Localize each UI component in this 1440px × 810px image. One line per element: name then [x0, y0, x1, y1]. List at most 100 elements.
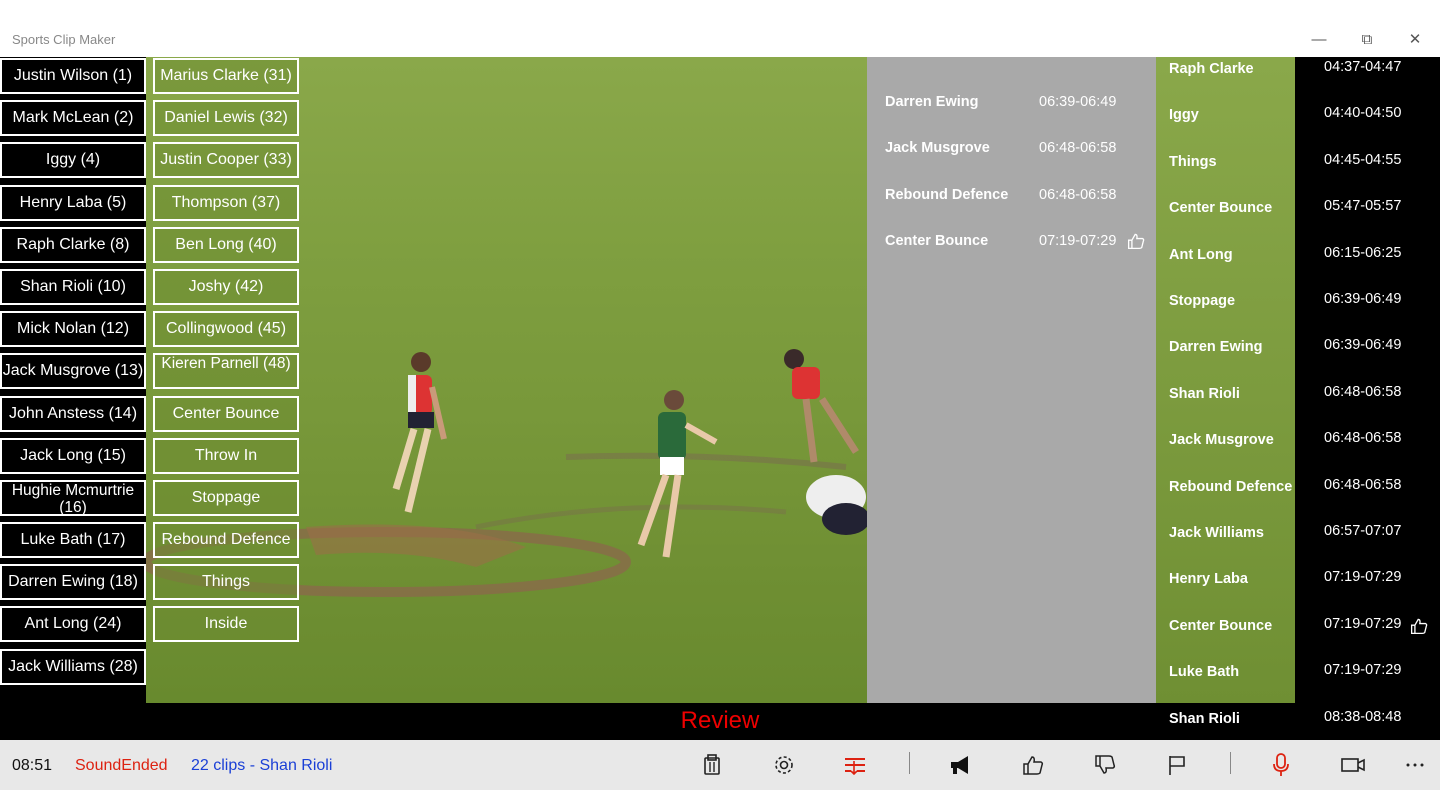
player-button[interactable]: Rebound Defence — [153, 522, 299, 559]
clip-time: 06:39-06:49 — [1324, 337, 1402, 354]
clip-row[interactable]: Center Bounce 05:47-05:57 — [1156, 198, 1440, 230]
player-button[interactable]: Jack Williams (28) — [0, 648, 146, 685]
minimize-button[interactable]: — — [1307, 30, 1331, 50]
player-button[interactable]: Collingwood (45) — [153, 311, 299, 348]
player-button[interactable]: Darren Ewing (18) — [0, 564, 146, 601]
clip-time: 04:37-04:47 — [1324, 59, 1402, 75]
clip-row[interactable]: Ant Long 06:15-06:25 — [1156, 244, 1440, 277]
clip-name: Darren Ewing — [1169, 339, 1263, 356]
gear-icon[interactable] — [769, 751, 799, 779]
player-button[interactable]: Jack Long (15) — [0, 437, 146, 474]
clip-name: Henry Laba — [1169, 571, 1248, 588]
clip-time: 05:47-05:57 — [1324, 198, 1402, 215]
thumbs-down-icon[interactable] — [1090, 751, 1120, 779]
player-button[interactable]: Ben Long (40) — [153, 226, 299, 263]
queued-clip-row[interactable]: Jack Musgrove 06:48-06:58 — [885, 140, 1145, 164]
review-label[interactable]: Review — [660, 707, 780, 735]
clip-name: Shan Rioli — [1169, 385, 1240, 402]
player-button[interactable]: Ant Long (24) — [0, 606, 146, 643]
clip-time: 06:15-06:25 — [1324, 244, 1402, 261]
maximize-button[interactable]: ⧉ — [1355, 30, 1379, 50]
video-camera-icon[interactable] — [1338, 751, 1368, 779]
player-figure — [784, 349, 859, 463]
player-figure — [392, 352, 447, 513]
clip-name: Center Bounce — [1169, 617, 1273, 634]
queued-clip-time: 06:39-06:49 — [1039, 94, 1117, 110]
player-figure — [637, 390, 718, 558]
clip-time: 04:45-04:55 — [1324, 151, 1402, 168]
more-icon[interactable] — [1400, 751, 1430, 779]
clip-time: 07:19-07:29 — [1324, 615, 1402, 632]
clip-name: Shan Rioli — [1169, 710, 1240, 727]
clip-row[interactable]: Jack Musgrove 06:48-06:58 — [1156, 430, 1440, 462]
queued-clip-row[interactable]: Center Bounce 07:19-07:29 — [885, 233, 1145, 257]
player-column-1: Justin Wilson (1) Mark McLean (2) Iggy (4)… — [0, 58, 146, 691]
clip-row[interactable]: Iggy 04:40-04:50 — [1156, 105, 1440, 137]
queued-clip-name: Jack Musgrove — [885, 140, 990, 157]
player-button[interactable]: Justin Cooper (33) — [153, 142, 299, 179]
player-button[interactable]: Raph Clarke (8) — [0, 226, 146, 263]
clip-row[interactable]: Darren Ewing 06:39-06:49 — [1156, 337, 1440, 369]
close-button[interactable]: ✕ — [1403, 30, 1427, 50]
player-button[interactable]: Luke Bath (17) — [0, 522, 146, 559]
microphone-icon[interactable] — [1266, 751, 1296, 779]
queued-clip-name: Darren Ewing — [885, 94, 979, 110]
toolbar-separator — [1230, 752, 1231, 774]
status-bar: 08:51 SoundEnded 22 clips - Shan Rioli — [0, 740, 1440, 790]
player-button[interactable]: Iggy (4) — [0, 142, 146, 179]
clip-name: Luke Bath — [1169, 664, 1240, 681]
megaphone-icon[interactable] — [946, 751, 976, 779]
clip-name: Stoppage — [1169, 293, 1236, 309]
clip-time: 08:38-08:48 — [1324, 708, 1402, 725]
queued-clip-time: 07:19-07:29 — [1039, 233, 1117, 250]
player-column-2: Marius Clarke (31) Daniel Lewis (32) Justi… — [153, 58, 299, 649]
player-button[interactable]: Daniel Lewis (32) — [153, 100, 299, 137]
queued-clip-time: 06:48-06:58 — [1039, 140, 1117, 157]
clip-row[interactable]: Luke Bath 07:19-07:29 — [1156, 662, 1440, 694]
thumbs-up-icon[interactable] — [1127, 232, 1145, 250]
clip-row[interactable]: Stoppage 06:39-06:49 — [1156, 291, 1440, 323]
player-button[interactable]: Thompson (37) — [153, 184, 299, 221]
player-button[interactable]: Inside — [153, 606, 299, 643]
flag-icon[interactable] — [1162, 751, 1192, 779]
queued-clip-time: 06:48-06:58 — [1039, 186, 1117, 203]
player-figure — [806, 475, 867, 535]
player-button[interactable]: Shan Rioli (10) — [0, 268, 146, 305]
clip-name: Center Bounce — [1169, 200, 1273, 217]
clip-row[interactable]: Things 04:45-04:55 — [1156, 151, 1440, 184]
player-button[interactable]: Hughie Mcmurtrie (16) — [0, 479, 146, 516]
queued-clip-row[interactable]: Darren Ewing 06:39-06:49 — [885, 94, 1145, 118]
split-icon[interactable] — [840, 751, 870, 779]
player-button[interactable]: Jack Musgrove (13) — [0, 353, 146, 390]
clip-time: 04:40-04:50 — [1324, 105, 1402, 122]
player-button[interactable]: Throw In — [153, 437, 299, 474]
clipboard-icon[interactable] — [697, 751, 727, 779]
player-button[interactable]: Things — [153, 564, 299, 601]
player-button[interactable]: Henry Laba (5) — [0, 184, 146, 221]
clip-time: 07:19-07:29 — [1324, 569, 1402, 586]
clip-row[interactable]: Rebound Defence 06:48-06:58 — [1156, 477, 1440, 509]
window-bottom-margin — [0, 790, 1440, 810]
clip-list: Raph Clarke 04:37-04:47 Iggy 04:40-04:50 Thi… — [1156, 57, 1440, 740]
player-button[interactable]: Justin Wilson (1) — [0, 58, 146, 94]
thumbs-up-icon[interactable] — [1018, 751, 1048, 779]
clip-row[interactable]: Jack Williams 06:57-07:07 — [1156, 523, 1440, 555]
clip-summary-text: 22 clips - Shan Rioli — [191, 757, 333, 774]
thumbs-up-icon[interactable] — [1410, 617, 1428, 635]
player-button[interactable]: Mick Nolan (12) — [0, 311, 146, 348]
player-button[interactable]: Kieren Parnell (48) — [153, 353, 299, 390]
player-button[interactable]: Mark McLean (2) — [0, 100, 146, 137]
clip-row[interactable]: Shan Rioli 06:48-06:58 — [1156, 384, 1440, 416]
clip-time: 06:48-06:58 — [1324, 430, 1402, 447]
clip-row[interactable]: Shan Rioli 08:38-08:48 — [1156, 708, 1440, 740]
player-button[interactable]: Stoppage — [153, 479, 299, 516]
clip-row[interactable]: Henry Laba 07:19-07:29 — [1156, 569, 1440, 601]
clip-row[interactable]: Raph Clarke 04:37-04:47 — [1156, 59, 1440, 91]
player-button[interactable]: Marius Clarke (31) — [153, 58, 299, 94]
queued-clip-row[interactable]: Rebound Defence 06:48-06:58 — [885, 187, 1145, 211]
player-button[interactable]: Center Bounce — [153, 395, 299, 432]
clock-text: 08:51 — [12, 757, 53, 774]
player-button[interactable]: John Anstess (14) — [0, 395, 146, 432]
clip-row[interactable]: Center Bounce 07:19-07:29 — [1156, 615, 1440, 648]
player-button[interactable]: Joshy (42) — [153, 268, 299, 305]
